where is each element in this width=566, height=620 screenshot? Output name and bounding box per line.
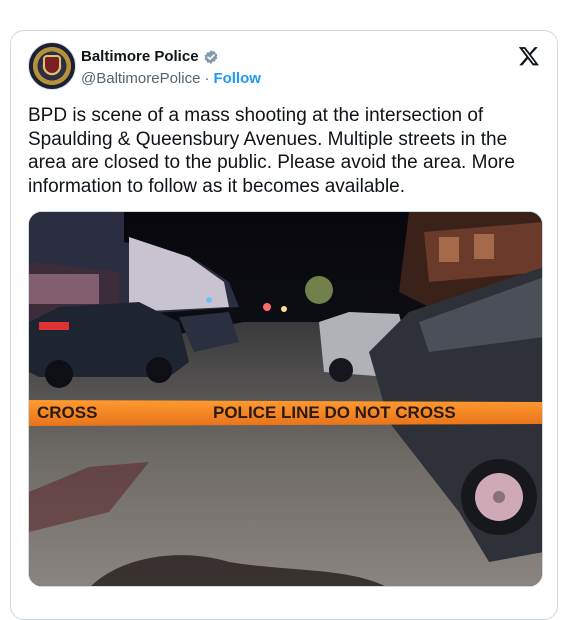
photo-tape-text-left: CROSS [37, 403, 97, 422]
name-row: Baltimore Police [81, 48, 219, 65]
follow-button[interactable]: Follow [213, 70, 261, 87]
handle[interactable]: @BaltimorePolice [81, 70, 200, 87]
tweet-card[interactable]: Baltimore Police @BaltimorePolice · Foll… [10, 30, 558, 620]
tweet-text: BPD is scene of a mass shooting at the i… [28, 105, 515, 197]
x-logo-icon[interactable] [518, 45, 540, 67]
handle-row: @BaltimorePolice · Follow [81, 70, 261, 87]
avatar[interactable] [28, 42, 76, 90]
tweet-photo[interactable]: CROSS POLICE LINE DO NOT CROSS [28, 211, 543, 587]
verified-badge-icon [203, 49, 219, 65]
separator-dot: · [204, 70, 210, 87]
photo-tape-text-main: POLICE LINE DO NOT CROSS [213, 403, 456, 422]
display-name[interactable]: Baltimore Police [81, 48, 199, 65]
